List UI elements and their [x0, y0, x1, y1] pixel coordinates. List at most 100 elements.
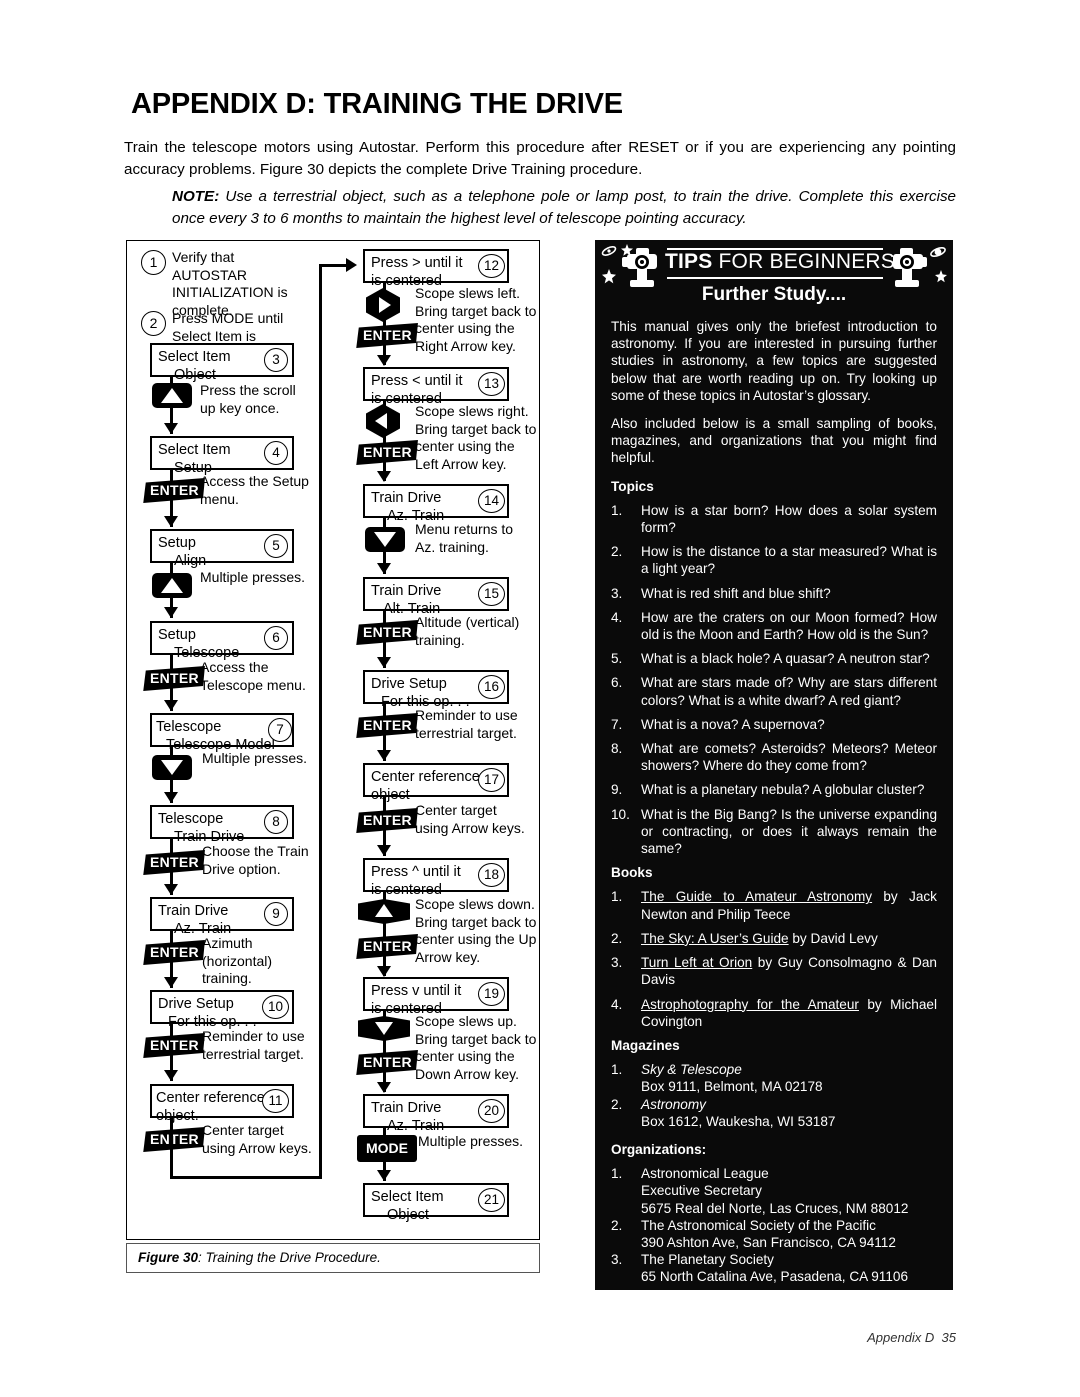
- step-1-text: Verify that AUTOSTAR INITIALIZATION is c…: [172, 249, 288, 318]
- list-item: 4. How are the craters on our Moon formed…: [611, 609, 937, 643]
- book-entry: The Sky: A User’s Guide by David Levy: [641, 930, 937, 947]
- tips-paragraph-2: Also included below is a small sampling …: [611, 416, 937, 466]
- tips-rule-bottom: [667, 277, 883, 279]
- note-label: NOTE:: [172, 188, 220, 205]
- organization-name: The Planetary Society: [641, 1252, 774, 1268]
- arrowhead-12-13: [377, 355, 391, 366]
- tips-title-rest: FOR BEGINNERS: [712, 250, 895, 273]
- topic-text: What is a planetary nebula? A globular c…: [641, 782, 925, 798]
- step-15-number: 15: [478, 582, 505, 606]
- up-arrow-key-18[interactable]: [358, 899, 410, 924]
- topic-text: How is the distance to a star measured? …: [641, 544, 937, 577]
- step-9-number: 9: [264, 902, 288, 926]
- arrowhead-into-12: [346, 258, 357, 272]
- step-19-number: 19: [478, 982, 505, 1006]
- magazine-entry: Sky & Telescope Box 9111, Belmont, MA 021…: [641, 1061, 937, 1095]
- intro-paragraph: Train the telescope motors using Autosta…: [124, 139, 956, 178]
- figure-caption-text: : Training the Drive Procedure.: [198, 1250, 381, 1265]
- list-item: 2. The Astronomical Society of the Pacifi…: [611, 1217, 937, 1251]
- list-item: 7. What is a nova? A supernova?: [611, 716, 937, 733]
- tips-header: TIPS FOR BEGINNERS Further Study....: [595, 240, 953, 305]
- arrowhead-20-21: [377, 1170, 391, 1181]
- topic-number: 1.: [611, 502, 623, 518]
- step-14-annotation: Menu returns to Az. training.: [415, 521, 514, 555]
- list-item: 3. Turn Left at Orion by Guy Consolmagno …: [611, 954, 937, 988]
- figure-caption-label: Figure 30: [138, 1250, 199, 1265]
- magazine-entry: Astronomy Box 1612, Waukesha, WI 53187: [641, 1096, 937, 1130]
- topic-number: 2.: [611, 544, 623, 560]
- down-arrow-key-19[interactable]: [358, 1016, 410, 1041]
- arrowhead-18-19: [377, 966, 391, 977]
- organization-name: Astronomical League: [641, 1166, 769, 1182]
- books-heading: Books: [611, 865, 653, 881]
- step-5-annotation: Multiple presses.: [200, 569, 306, 585]
- step-18-annotation: Scope slews down. Bring target back to c…: [415, 896, 537, 965]
- step-6-annotation: Access the Telescope menu.: [200, 659, 306, 693]
- mode-key-20[interactable]: MODE: [357, 1135, 417, 1162]
- topic-text: What is a black hole? A quasar? A neutro…: [641, 651, 930, 667]
- scroll-up-key-3[interactable]: [152, 383, 192, 408]
- topics-heading: Topics: [611, 478, 654, 494]
- tips-for-beginners-panel: TIPS FOR BEGINNERS Further Study.... Thi…: [595, 240, 953, 1290]
- step-7-number: 7: [268, 718, 292, 742]
- book-title: The Guide to Amateur Astronomy: [641, 889, 873, 905]
- connector-11-route-right: [170, 1176, 322, 1179]
- step-3-number: 3: [264, 348, 288, 372]
- step-15-annotation: Altitude (vertical) training.: [415, 614, 520, 648]
- list-item: 1. Astronomical League Executive Secretary…: [611, 1165, 937, 1217]
- book-number: 2.: [611, 930, 623, 946]
- magazines-heading: Magazines: [611, 1037, 680, 1053]
- step-20-number: 20: [478, 1099, 505, 1123]
- document-page: APPENDIX D: TRAINING THE DRIVE Train the…: [0, 0, 1080, 1397]
- step-20-annotation: Multiple presses.: [418, 1133, 524, 1149]
- scroll-up-key-5[interactable]: [152, 573, 192, 598]
- arrowhead-19-20: [377, 1082, 391, 1093]
- step-11-annotation: Center target using Arrow keys.: [202, 1122, 312, 1156]
- topics-list: 1. How is a star born? How does a solar s…: [611, 502, 937, 857]
- book-title: Astrophotography for the Amateur: [641, 996, 859, 1012]
- list-item: 10. What is the Big Bang? Is the universe…: [611, 806, 937, 858]
- book-entry: Astrophotography for the Amateur by Mich…: [641, 996, 937, 1030]
- step-10-number: 10: [262, 995, 289, 1019]
- arrowhead-16-17: [377, 750, 391, 761]
- topic-number: 6.: [611, 675, 623, 691]
- scroll-down-key-7[interactable]: [152, 755, 192, 780]
- topic-number: 3.: [611, 585, 623, 601]
- note-text: Use a terrestrial object, such as a tele…: [172, 188, 956, 227]
- list-item: 2. Astronomy Box 1612, Waukesha, WI 53187: [611, 1096, 937, 1130]
- step-7-annotation: Multiple presses.: [202, 750, 308, 766]
- step-8-annotation: Choose the Train Drive option.: [202, 843, 309, 877]
- step-9-annotation: Azimuth (horizontal) training.: [202, 935, 273, 986]
- arrowhead-4-5: [164, 516, 178, 527]
- connector-11-route-down: [170, 1118, 173, 1179]
- topic-number: 9.: [611, 782, 623, 798]
- step-18-number: 18: [478, 863, 505, 887]
- topic-text: What are stars made of? Why are stars di…: [641, 675, 937, 708]
- step-12-number: 12: [478, 254, 505, 278]
- step-12-annotation: Scope slews left. Bring target back to c…: [415, 285, 537, 354]
- organizations-heading: Organizations:: [611, 1141, 707, 1157]
- arrowhead-15-16: [377, 657, 391, 668]
- step-17-annotation: Center target using Arrow keys.: [415, 802, 525, 836]
- list-item: 2. How is the distance to a star measured…: [611, 543, 937, 577]
- book-number: 1.: [611, 889, 623, 905]
- list-item: 3. What is red shift and blue shift?: [611, 585, 937, 602]
- magazine-address: Box 9111, Belmont, MA 02178: [641, 1079, 823, 1095]
- book-number: 3.: [611, 955, 623, 971]
- step-4-number: 4: [264, 441, 288, 465]
- connector-route-into-12: [319, 264, 349, 267]
- footer-label: Appendix D: [867, 1330, 935, 1345]
- arrowhead-8-9: [164, 884, 178, 895]
- footer-page-number: 35: [941, 1330, 956, 1345]
- topic-text: What is a nova? A supernova?: [641, 716, 825, 732]
- organizations-list: 1. Astronomical League Executive Secretary…: [611, 1165, 937, 1285]
- step-8-number: 8: [264, 810, 288, 834]
- scroll-down-key-14[interactable]: [365, 527, 405, 552]
- organization-entry: The Astronomical Society of the Pacific 3…: [641, 1217, 937, 1251]
- topic-text: What is the Big Bang? Is the universe ex…: [641, 806, 937, 857]
- organization-number: 3.: [611, 1252, 623, 1268]
- arrowhead-17-18: [377, 845, 391, 856]
- magazine-number: 2.: [611, 1096, 623, 1112]
- note-block: NOTE: Use a terrestrial object, such as …: [172, 186, 956, 230]
- tips-title: TIPS FOR BEGINNERS: [665, 250, 895, 274]
